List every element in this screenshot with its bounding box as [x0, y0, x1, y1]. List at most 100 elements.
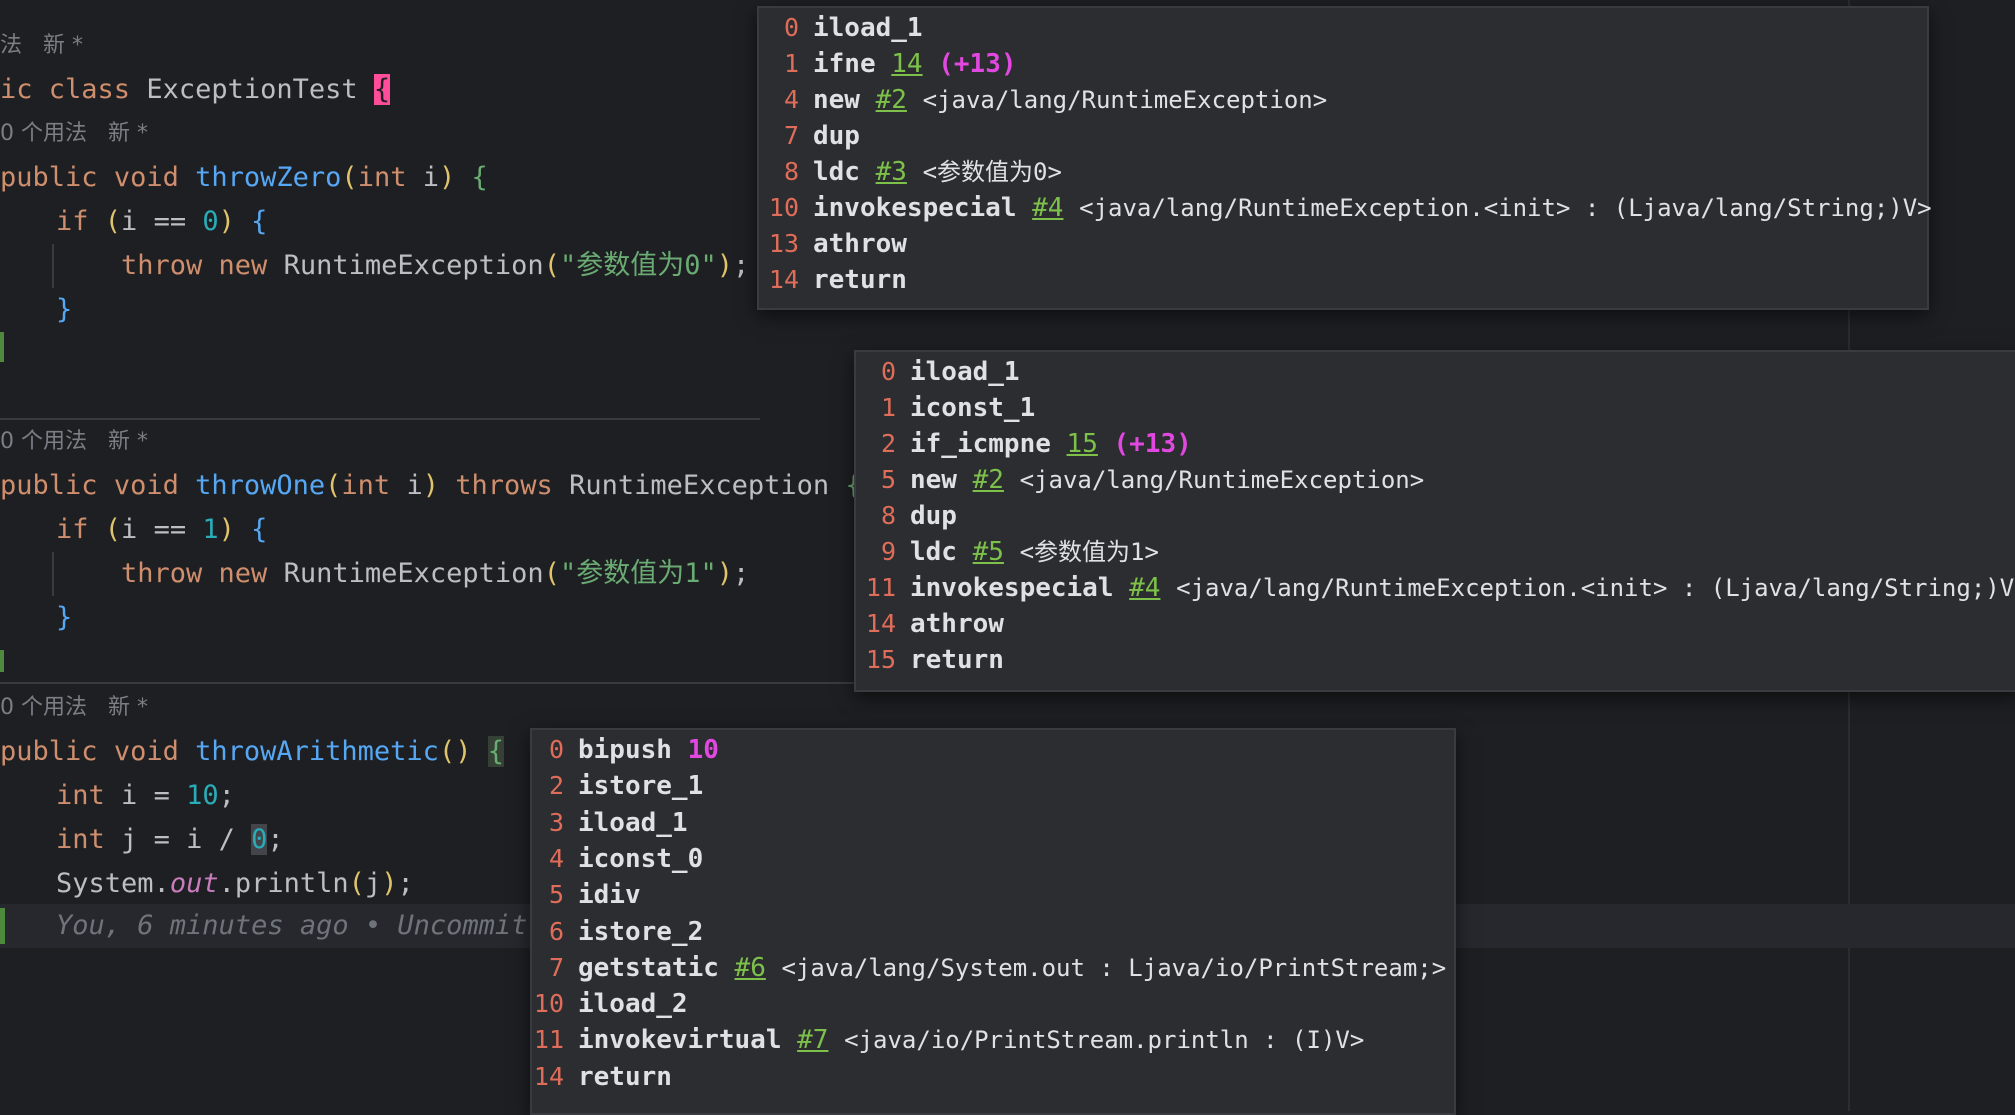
bytecode-offset: 2: [548, 771, 564, 801]
bytecode-instruction: invokespecial #4 <java/lang/RuntimeExcep…: [813, 190, 1932, 226]
usage-hint: 法 新 *: [0, 33, 83, 58]
opcode: if_icmpne: [910, 429, 1051, 459]
constant-pool-link[interactable]: #5: [973, 537, 1004, 567]
opcode: ldc: [910, 537, 957, 567]
statement-int-i: int i = 10;: [56, 780, 235, 811]
bytecode-popup-throwzero: 0 iload_1 1 ifne 14 (+13) 4 new #2 <java/lang…: [757, 6, 1932, 310]
throws-keyword: throws: [455, 470, 553, 501]
constant-pool-link[interactable]: #6: [735, 953, 766, 983]
bytecode-instruction: invokevirtual #7 <java/io/PrintStream.pr…: [578, 1022, 1364, 1058]
bytecode-offset: 5: [548, 880, 564, 910]
bytecode-row: 8 ldc #3 <参数值为0>: [759, 154, 1927, 190]
constant-pool-link[interactable]: 15: [1067, 429, 1098, 459]
param-type: int: [341, 470, 391, 501]
bytecode-offset: 0: [783, 13, 799, 42]
constant-pool-link[interactable]: 14: [891, 49, 922, 79]
bytecode-instruction: new #2 <java/lang/RuntimeException>: [910, 462, 1424, 498]
opcode: idiv: [578, 880, 641, 911]
param-name: i: [422, 162, 439, 193]
method-signature-througharithmetic[interactable]: public void throwArithmetic() {: [0, 730, 504, 774]
if-keyword: if: [56, 206, 89, 237]
new-keyword: new: [218, 250, 268, 281]
bytecode-row: 10 iload_2: [532, 986, 1454, 1022]
bytecode-instruction: iconst_0: [578, 841, 703, 877]
bytecode-offset: 15: [865, 645, 896, 674]
bytecode-row: 14 return: [759, 262, 1927, 298]
constant-pool-link[interactable]: #2: [876, 85, 907, 115]
bytecode-row: 0 bipush 10: [532, 732, 1454, 768]
bytecode-instruction: return: [813, 262, 907, 298]
cond-op: ==: [153, 206, 187, 237]
bytecode-row: 2 istore_1: [532, 768, 1454, 804]
bytecode-instruction: iload_1: [910, 354, 1020, 390]
opcode: new: [813, 85, 860, 115]
bytecode-offset: 5: [880, 465, 896, 494]
constant-pool-link[interactable]: #7: [797, 1025, 828, 1055]
bytecode-row: 15 return: [856, 642, 2015, 678]
jump-offset: (+13): [938, 49, 1017, 79]
usage-hint-throwzero: 0 个用法 新 *: [0, 121, 148, 146]
exception-type: RuntimeException: [283, 250, 544, 281]
class-name: ExceptionTest: [146, 74, 358, 105]
bytecode-instruction: getstatic #6 <java/lang/System.out : Lja…: [578, 950, 1446, 986]
operand: i: [186, 824, 203, 855]
if-close-brace: }: [56, 602, 73, 633]
method-name[interactable]: throwZero: [195, 162, 341, 193]
opcode: invokespecial: [910, 573, 1114, 603]
number-literal: 0: [251, 824, 268, 855]
bytecode-row: 7 getstatic #6 <java/lang/System.out : Lj…: [532, 950, 1454, 986]
if-statement: if (i == 0) {: [56, 206, 268, 237]
throws-type: RuntimeException: [569, 470, 830, 501]
return-type: void: [113, 162, 179, 193]
instruction-comment: <参数值为1>: [1019, 538, 1159, 566]
opcode: iconst_1: [910, 393, 1036, 423]
bytecode-offset: 14: [865, 609, 896, 638]
opcode: getstatic: [578, 952, 719, 983]
instruction-comment: <java/io/PrintStream.println : (I)V>: [844, 1026, 1365, 1055]
opcode: iload_1: [813, 13, 923, 43]
bytecode-row: 3 iload_1: [532, 805, 1454, 841]
throw-keyword: throw: [121, 250, 203, 281]
operand-value: 10: [687, 735, 719, 765]
bytecode-offset: 9: [880, 537, 896, 566]
constant-pool-link[interactable]: #3: [876, 157, 907, 187]
opcode: invokevirtual: [578, 1025, 782, 1056]
bytecode-instruction: dup: [910, 498, 957, 534]
bytecode-offset: 3: [548, 807, 564, 837]
bytecode-instruction: bipush 10: [578, 732, 719, 768]
bytecode-instruction: athrow: [813, 226, 907, 262]
bytecode-offset: 0: [548, 735, 564, 764]
bytecode-instruction: istore_2: [578, 914, 703, 950]
if-keyword: if: [56, 514, 89, 545]
constant-pool-link[interactable]: #4: [1032, 193, 1063, 223]
constant-pool-link[interactable]: #4: [1129, 573, 1160, 603]
bytecode-offset: 11: [865, 573, 896, 602]
change-marker: [0, 332, 4, 362]
class-modifier-fragment: ic: [0, 74, 49, 105]
bytecode-offset: 4: [548, 843, 564, 873]
param-type: int: [357, 162, 407, 193]
bytecode-row: 6 istore_2: [532, 914, 1454, 950]
bytecode-instruction: iload_1: [578, 805, 688, 841]
if-statement: if (i == 1) {: [56, 514, 268, 545]
return-type: void: [113, 470, 179, 501]
bytecode-offset: 13: [768, 229, 799, 258]
method-name[interactable]: throwArithmetic: [195, 736, 439, 767]
jump-offset: (+13): [1113, 429, 1192, 459]
instruction-comment: <java/lang/RuntimeException.<init> : (Lj…: [1176, 574, 2015, 602]
opcode: iload_1: [578, 807, 688, 838]
method-name[interactable]: throwOne: [195, 470, 325, 501]
bytecode-row: 14 athrow: [856, 606, 2015, 642]
method-signature-throwone[interactable]: public void throwOne(int i) throws Runti…: [0, 464, 862, 508]
number-literal: 10: [186, 780, 219, 811]
bytecode-row: 4 new #2 <java/lang/RuntimeException>: [759, 82, 1927, 118]
class-ref: System: [56, 868, 154, 899]
opcode: ifne: [813, 49, 876, 79]
bytecode-instruction: if_icmpne 15 (+13): [910, 426, 1192, 462]
git-blame-annotation: You, 6 minutes ago • Uncommitt: [56, 910, 544, 941]
opcode: return: [910, 645, 1004, 675]
method-signature-throwzero[interactable]: public void throwZero(int i) {: [0, 156, 488, 200]
constant-pool-link[interactable]: #2: [973, 465, 1004, 495]
bytecode-instruction: ldc #5 <参数值为1>: [910, 534, 1159, 570]
bytecode-offset: 10: [768, 193, 799, 222]
